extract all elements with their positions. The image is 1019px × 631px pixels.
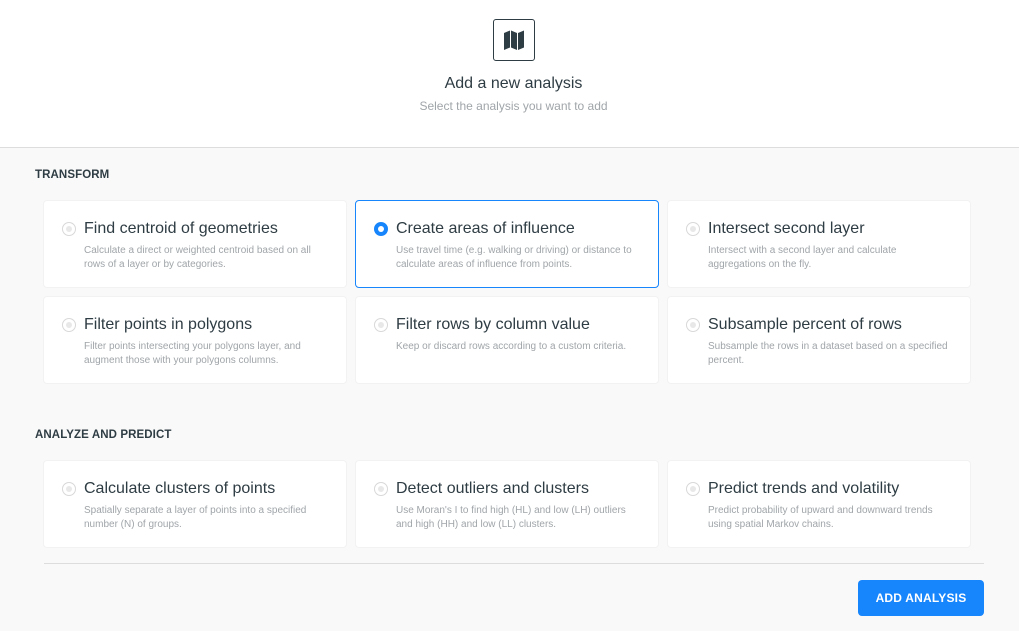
analysis-option-detect-outliers[interactable]: Detect outliers and clusters Use Moran's…: [355, 460, 659, 548]
radio-button[interactable]: [62, 318, 76, 332]
radio-button-selected[interactable]: [374, 222, 388, 236]
analysis-option-areas-of-influence[interactable]: Create areas of influence Use travel tim…: [355, 200, 659, 288]
option-title: Filter points in polygons: [84, 316, 253, 333]
analysis-option-predict-trends[interactable]: Predict trends and volatility Predict pr…: [667, 460, 971, 548]
option-description: Predict probability of upward and downwa…: [708, 505, 933, 530]
analysis-option-filter-rows[interactable]: Filter rows by column value Keep or disc…: [355, 296, 659, 384]
option-title: Subsample percent of rows: [708, 316, 902, 333]
radio-button[interactable]: [686, 318, 700, 332]
add-analysis-button[interactable]: ADD ANALYSIS: [858, 580, 984, 616]
section-title-analyze-predict: ANALYZE AND PREDICT: [35, 429, 172, 441]
radio-button[interactable]: [62, 222, 76, 236]
option-title: Detect outliers and clusters: [396, 480, 589, 497]
option-description: Keep or discard rows according to a cust…: [396, 341, 627, 352]
option-title: Create areas of influence: [396, 220, 575, 237]
option-title: Predict trends and volatility: [708, 480, 900, 497]
analysis-option-subsample-rows[interactable]: Subsample percent of rows Subsample the …: [667, 296, 971, 384]
radio-button[interactable]: [686, 222, 700, 236]
page-title: Add a new analysis: [444, 75, 583, 92]
option-description: Spatially separate a layer of points int…: [84, 505, 307, 530]
radio-button[interactable]: [374, 318, 388, 332]
footer-divider: [44, 563, 984, 564]
section-title-transform: TRANSFORM: [35, 169, 110, 181]
analysis-option-intersect-layer[interactable]: Intersect second layer Intersect with a …: [667, 200, 971, 288]
option-description: Use travel time (e.g. walking or driving…: [396, 245, 632, 270]
analysis-option-filter-points[interactable]: Filter points in polygons Filter points …: [43, 296, 347, 384]
option-title: Calculate clusters of points: [84, 480, 276, 497]
option-title: Find centroid of geometries: [84, 220, 278, 237]
map-icon: [493, 19, 535, 61]
option-description: Filter points intersecting your polygons…: [84, 341, 301, 366]
option-title: Intersect second layer: [708, 220, 865, 237]
analysis-option-clusters-points[interactable]: Calculate clusters of points Spatially s…: [43, 460, 347, 548]
radio-button[interactable]: [62, 482, 76, 496]
analysis-option-find-centroid[interactable]: Find centroid of geometries Calculate a …: [43, 200, 347, 288]
page-subtitle: Select the analysis you want to add: [419, 99, 608, 113]
radio-button[interactable]: [686, 482, 700, 496]
radio-button[interactable]: [374, 482, 388, 496]
modal-header: Add a new analysis Select the analysis y…: [0, 0, 1019, 148]
option-description: Use Moran's I to find high (HL) and low …: [396, 505, 626, 530]
option-description: Subsample the rows in a dataset based on…: [708, 341, 948, 366]
option-title: Filter rows by column value: [396, 316, 590, 333]
option-description: Intersect with a second layer and calcul…: [708, 245, 897, 270]
option-description: Calculate a direct or weighted centroid …: [84, 245, 311, 270]
